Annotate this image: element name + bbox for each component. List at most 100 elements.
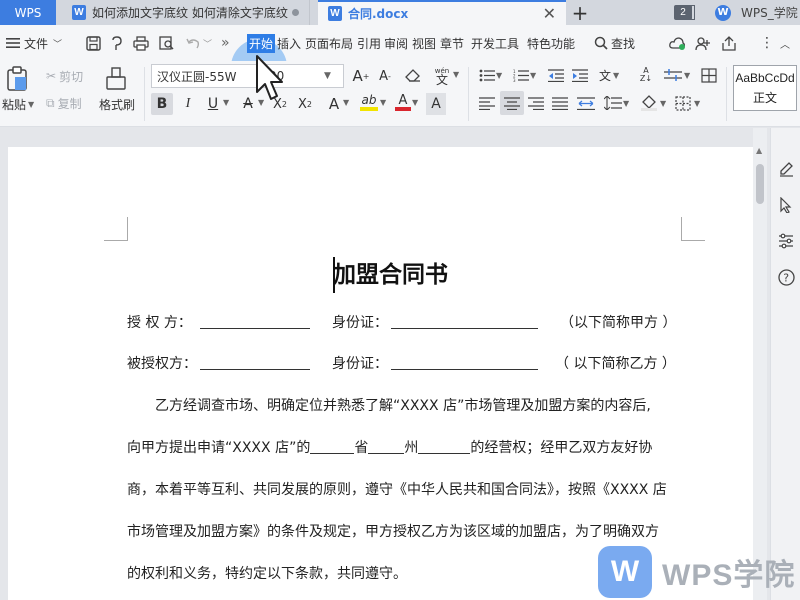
more-commands-icon[interactable]: » [221,25,230,61]
subscript-button[interactable]: X2 [295,93,315,115]
more-options-icon[interactable]: ⋮ [760,25,774,61]
underline-button[interactable]: U [203,93,223,115]
cut-button[interactable]: ✂ 剪切 [46,67,83,85]
dropdown-arrow-icon[interactable]: ▼ [694,99,700,108]
export-pdf-icon[interactable] [108,34,126,52]
help-icon[interactable]: ? [777,268,795,286]
region-blank[interactable] [418,438,471,454]
vertical-scrollbar[interactable]: ▲ [753,128,767,600]
adjust-settings-icon[interactable] [777,232,795,250]
format-painter-icon[interactable] [104,65,128,93]
close-icon[interactable]: ✕ [543,4,556,23]
increase-indent-icon[interactable] [571,67,589,83]
collaboration-icon[interactable] [694,34,712,52]
new-tab-button[interactable]: + [570,0,590,25]
dropdown-arrow-icon[interactable]: ▼ [453,70,459,79]
bullet-list-icon[interactable] [478,67,496,83]
pen-icon[interactable] [777,160,795,178]
text-effects-button[interactable]: A [324,93,344,115]
select-pointer-icon[interactable] [777,196,795,214]
file-menu[interactable]: 文件 ﹀ [24,25,62,61]
document-page[interactable]: 加盟合同书 授 权 方： 身份证： （以下简称甲方 ） 被授权方： 身份证： （… [8,147,753,600]
tab-developer[interactable]: 开发工具 [471,25,519,61]
svg-text:?: ? [783,271,789,284]
font-color-button[interactable]: A [393,91,413,113]
wps-logo-icon: W [715,4,731,21]
grow-font-icon[interactable]: A + [351,66,371,86]
numbered-list-icon[interactable]: 123 [512,67,530,83]
licensee-id-blank[interactable] [391,354,538,374]
share-icon[interactable] [720,34,738,52]
format-painter-button[interactable]: 格式刷 [99,95,135,113]
document-tab-2[interactable]: W 合同.docx ✕ [318,0,566,25]
borders-icon[interactable] [674,94,692,112]
dropdown-arrow-icon[interactable]: ▼ [343,98,349,107]
print-icon[interactable] [132,34,150,52]
chevron-down-icon[interactable]: ▼ [324,71,338,81]
undo-icon[interactable] [184,34,202,52]
decrease-indent-icon[interactable] [547,67,565,83]
font-selector[interactable]: 汉仪正圆-55W 20 ▼ [151,64,344,88]
dropdown-arrow-icon[interactable]: ▼ [412,98,418,107]
style-sample: AaBbCcDd [735,70,795,85]
align-center-icon[interactable] [500,91,524,115]
distributed-align-icon[interactable] [576,94,596,112]
document-tab-1[interactable]: W 如何添加文字底纹 如何清除文字底纹 [62,0,310,25]
paste-icon[interactable] [4,65,30,93]
tab-references[interactable]: 引用 [357,25,381,61]
licensee-name-blank[interactable] [200,354,310,374]
save-icon[interactable] [84,34,102,52]
state-blank[interactable] [368,438,405,454]
undo-dropdown-icon[interactable]: ﹀ [203,25,212,61]
tab-review[interactable]: 审阅 [384,25,408,61]
highlight-color-button[interactable]: ab [358,91,380,113]
style-normal[interactable]: AaBbCcDd 正文 [733,65,797,111]
dropdown-arrow-icon[interactable]: ▼ [613,71,619,80]
menu-icon[interactable] [4,34,22,52]
align-left-icon[interactable] [478,94,496,112]
province-blank[interactable] [310,438,355,454]
tab-special-features[interactable]: 特色功能 [527,25,575,61]
table-borders-icon[interactable] [700,66,718,84]
line-spacing-icon[interactable] [604,94,622,112]
licensor-id-blank[interactable] [391,313,538,333]
shrink-font-icon[interactable]: A- [375,66,395,86]
cloud-sync-icon[interactable] [668,34,686,52]
italic-button[interactable]: I [178,93,198,115]
chinese-layout-icon[interactable]: 文 [596,66,614,84]
print-preview-icon[interactable] [158,34,176,52]
dropdown-arrow-icon[interactable]: ▼ [530,71,536,80]
shading-fill-icon[interactable] [639,94,659,112]
sort-icon[interactable]: A Z↓ [637,66,655,84]
dropdown-arrow-icon[interactable]: ▼ [660,99,666,108]
font-name-field[interactable]: 汉仪正圆-55W [152,68,264,85]
account-menu[interactable]: W WPS_学院 [715,0,798,25]
dropdown-arrow-icon[interactable]: ▼ [623,99,629,108]
dropdown-arrow-icon[interactable]: ▼ [380,98,386,107]
dropdown-arrow-icon[interactable]: ▼ [496,71,502,80]
collapse-ribbon-icon[interactable]: ︿ [780,25,790,61]
show-hide-marks-icon[interactable] [663,67,683,83]
bold-button[interactable]: B [151,93,173,115]
wps-academy-watermark: W WPS学院 [598,546,795,598]
licensor-name-blank[interactable] [200,313,310,333]
wps-home-tab[interactable]: WPS [0,0,56,25]
tab-section[interactable]: 章节 [440,25,464,61]
pinyin-guide-icon[interactable]: wén 文 [430,64,454,88]
character-shading-button[interactable]: A [426,93,446,115]
dropdown-arrow-icon[interactable]: ▼ [684,71,690,80]
copy-button[interactable]: ⧉ 复制 [46,94,82,112]
copy-icon: ⧉ [46,95,55,110]
justify-icon[interactable] [551,94,569,112]
align-right-icon[interactable] [527,94,545,112]
scrollbar-thumb[interactable] [756,164,764,204]
clear-format-icon[interactable] [403,66,423,86]
paste-button[interactable]: 粘贴 ▼ [2,95,34,113]
dropdown-arrow-icon[interactable]: ▼ [223,98,229,107]
tab-page-layout[interactable]: 页面布局 [305,25,353,61]
tab-view[interactable]: 视图 [412,25,436,61]
scroll-up-icon[interactable]: ▲ [756,146,762,155]
document-title[interactable]: 加盟合同书 [333,255,448,289]
cut-label: 剪切 [59,69,84,84]
search-button[interactable]: 查找 [594,25,635,61]
